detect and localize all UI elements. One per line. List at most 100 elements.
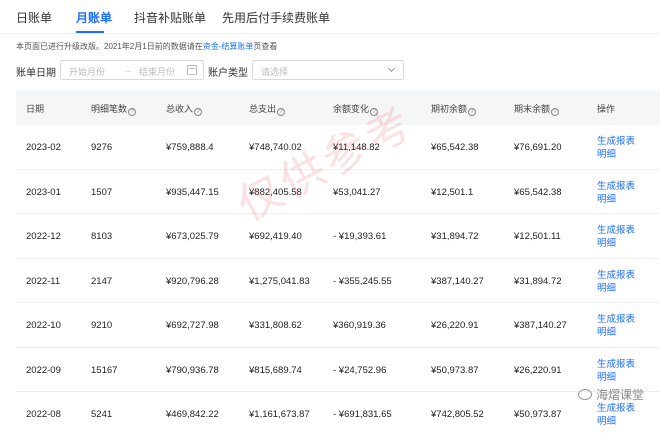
generate-report-button[interactable]: 生成报表明细 <box>597 180 637 206</box>
table-row: 2023-02 9276 ¥759,888.4 ¥748,740.02 ¥11,… <box>16 125 660 170</box>
cell-expense: ¥1,275,041.83 <box>249 275 310 287</box>
calendar-icon[interactable] <box>187 65 197 75</box>
cell-expense: ¥748,740.02 <box>249 142 302 153</box>
cell-expense: ¥1,161,673.87 <box>249 409 310 420</box>
wechat-icon <box>577 389 592 400</box>
generate-report-button[interactable]: 生成报表明细 <box>597 402 637 428</box>
cell-closing: ¥65,542.38 <box>514 186 562 198</box>
cell-opening: ¥31,894.72 <box>431 231 479 242</box>
cell-opening: ¥387,140.27 <box>431 275 484 287</box>
cell-income: ¥920,796.28 <box>166 275 219 287</box>
end-month-placeholder[interactable]: 结束月份 <box>139 65 175 78</box>
notice-suffix: 页查看 <box>253 42 278 51</box>
brand-watermark: 海熠课堂 <box>577 386 644 403</box>
header-balance-change-text: 余额变化 <box>333 104 370 114</box>
cell-count: 2147 <box>91 275 113 287</box>
generate-report-button[interactable]: 生成报表明细 <box>597 135 637 161</box>
brand-name: 海熠课堂 <box>595 388 644 402</box>
cell-closing: ¥76,691.20 <box>514 142 562 153</box>
account-type-label: 账户类型 <box>208 68 248 79</box>
cell-opening: ¥65,542.38 <box>431 142 479 153</box>
question-icon[interactable]: ? <box>468 108 477 116</box>
tab-daily-bill[interactable]: 日账单 <box>16 9 52 26</box>
month-range-picker[interactable]: 开始月份 → 结束月份 <box>60 60 204 80</box>
cell-date: 2023-02 <box>26 142 61 153</box>
start-month-placeholder[interactable]: 开始月份 <box>69 65 105 78</box>
header-closing-balance-text: 期末余额 <box>514 104 551 114</box>
cell-change: ¥11,148.82 <box>333 142 380 153</box>
question-icon[interactable]: ? <box>370 108 379 116</box>
question-icon[interactable]: ? <box>128 108 137 116</box>
cell-opening: ¥26,220.91 <box>431 320 479 331</box>
cell-date: 2022-08 <box>26 409 61 420</box>
monthly-bill-table: 日期 明细笔数? 总收入? 总支出? 余额变化? 期初余额? 期末余额? 操作 … <box>16 90 660 433</box>
cell-change: ¥360,919.36 <box>333 320 386 331</box>
header-detail-count-text: 明细笔数 <box>91 104 128 114</box>
cell-opening: ¥12,501.1 <box>431 186 474 198</box>
cell-count: 9210 <box>91 320 113 331</box>
upgrade-notice: 本页面已进行升级改版。2021年2月1日前的数据请在资金-结算账单页查看 <box>16 41 277 52</box>
generate-report-button[interactable]: 生成报表明细 <box>597 224 637 250</box>
cell-closing: ¥26,220.91 <box>514 364 562 376</box>
header-opening-balance-text: 期初余额 <box>431 104 468 114</box>
cell-count: 9276 <box>91 142 113 153</box>
settlement-bill-link[interactable]: 资金-结算账单 <box>203 42 254 51</box>
cell-income: ¥469,842.22 <box>166 409 219 420</box>
header-date: 日期 <box>26 104 45 114</box>
cell-date: 2022-11 <box>26 275 61 287</box>
cell-change: - ¥355,245.55 <box>333 275 392 287</box>
tab-monthly-bill[interactable]: 月账单 <box>76 9 112 26</box>
cell-count: 8103 <box>91 231 113 242</box>
generate-report-button[interactable]: 生成报表明细 <box>597 313 637 339</box>
account-type-select[interactable]: 请选择 <box>252 60 404 80</box>
cell-date: 2022-12 <box>26 231 61 242</box>
cell-date: 2022-10 <box>26 320 61 331</box>
cell-income: ¥790,936.78 <box>166 364 219 376</box>
cell-date: 2022-09 <box>26 364 61 376</box>
chevron-down-icon <box>387 64 396 73</box>
question-icon[interactable]: ? <box>551 108 560 116</box>
generate-report-button[interactable]: 生成报表明细 <box>597 358 637 384</box>
cell-income: ¥692,727.98 <box>166 320 219 331</box>
question-icon[interactable]: ? <box>194 108 203 116</box>
account-type-placeholder: 请选择 <box>261 67 289 77</box>
cell-count: 15167 <box>91 364 118 376</box>
cell-change: - ¥691,831.65 <box>333 409 392 420</box>
cell-opening: ¥742,805.52 <box>431 409 484 420</box>
cell-expense: ¥692,419.40 <box>249 231 302 242</box>
header-total-expense-text: 总支出 <box>249 104 277 114</box>
header-total-expense: 总支出? <box>249 102 286 116</box>
generate-report-button[interactable]: 生成报表明细 <box>597 269 637 295</box>
header-total-income: 总收入? <box>166 102 203 116</box>
cell-opening: ¥50,973.87 <box>431 364 479 376</box>
question-icon[interactable]: ? <box>277 108 286 116</box>
cell-expense: ¥815,689.74 <box>249 364 302 376</box>
cell-count: 5241 <box>91 409 113 420</box>
active-tab-indicator <box>76 31 104 33</box>
cell-change: ¥53,041.27 <box>333 186 381 198</box>
cell-change: - ¥19,393.61 <box>333 231 387 242</box>
header-opening-balance: 期初余额? <box>431 102 477 116</box>
cell-income: ¥673,025.79 <box>166 231 219 242</box>
header-closing-balance: 期末余额? <box>514 102 560 116</box>
cell-change: - ¥24,752.96 <box>333 364 387 376</box>
bill-date-label: 账单日期 <box>16 68 56 79</box>
range-separator: → <box>123 65 132 75</box>
cell-closing: ¥50,973.87 <box>514 409 562 420</box>
cell-closing: ¥387,140.27 <box>514 320 567 331</box>
table-header: 日期 明细笔数? 总收入? 总支出? 余额变化? 期初余额? 期末余额? 操作 <box>16 90 660 125</box>
header-balance-change: 余额变化? <box>333 102 379 116</box>
header-total-income-text: 总收入 <box>166 104 194 114</box>
tab-pay-later-fee-bill[interactable]: 先用后付手续费账单 <box>222 9 330 26</box>
cell-expense: ¥882,405.58 <box>249 186 302 198</box>
tab-bar: 日账单 月账单 抖音补贴账单 先用后付手续费账单 <box>0 0 660 34</box>
cell-income: ¥759,888.4 <box>166 142 214 153</box>
table-row: 2023-01 1507 ¥935,447.15 ¥882,405.58 ¥53… <box>16 170 660 214</box>
table-row: 2022-10 9210 ¥692,727.98 ¥331,808.62 ¥36… <box>16 303 660 348</box>
header-detail-count: 明细笔数? <box>91 102 137 116</box>
table-row: 2022-12 8103 ¥673,025.79 ¥692,419.40 - ¥… <box>16 214 660 259</box>
notice-text: 本页面已进行升级改版。2021年2月1日前的数据请在 <box>16 42 203 51</box>
cell-count: 1507 <box>91 186 113 198</box>
tab-douyin-subsidy-bill[interactable]: 抖音补贴账单 <box>134 9 206 26</box>
cell-closing: ¥12,501.11 <box>514 231 561 242</box>
